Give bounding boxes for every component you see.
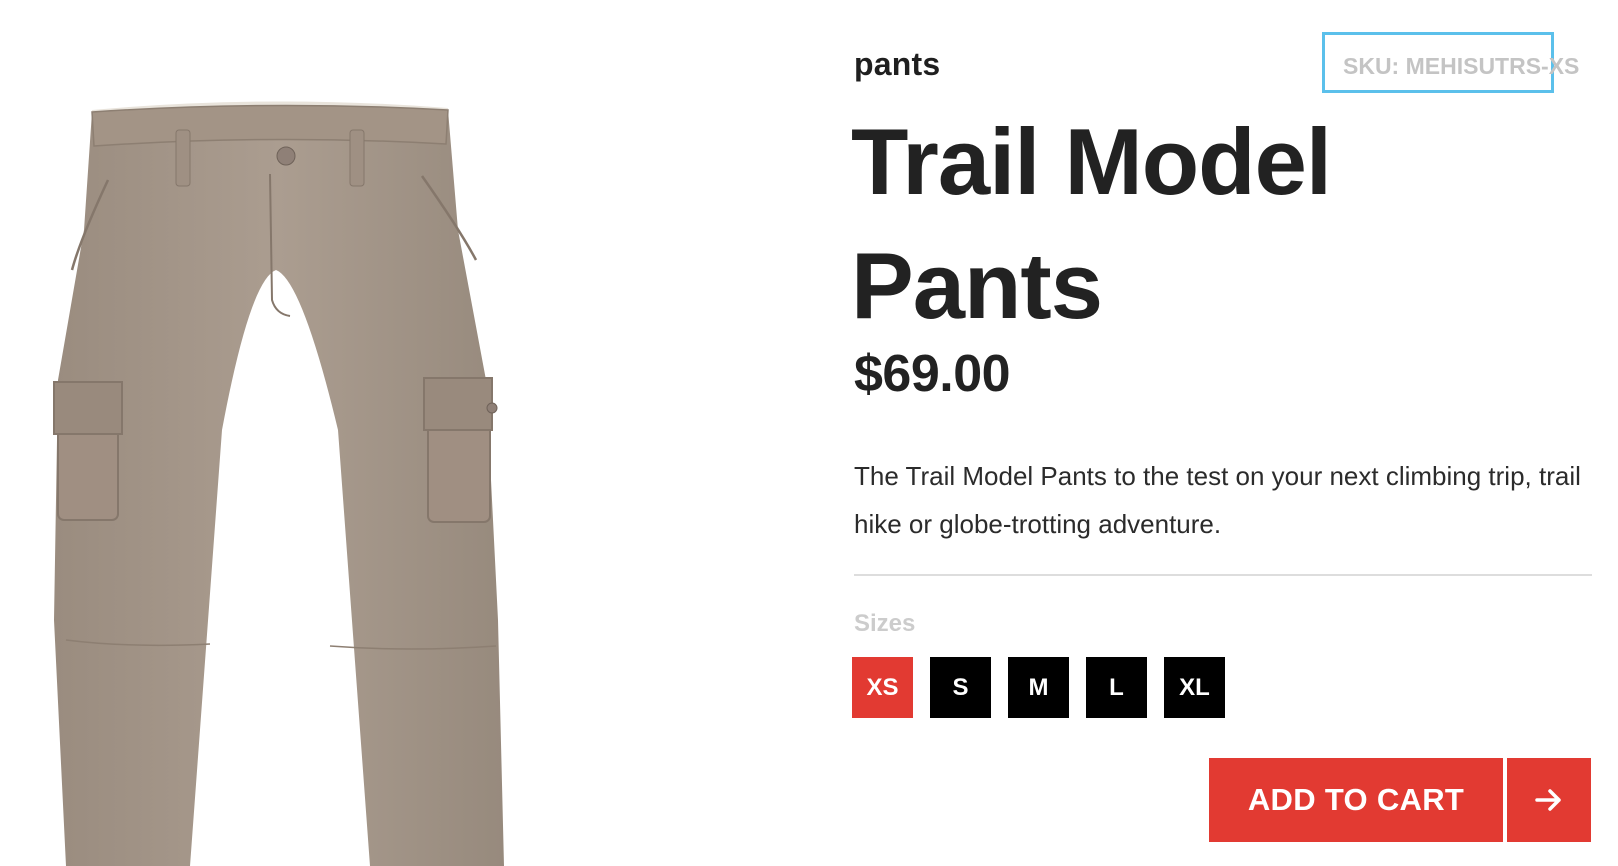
sizes-label: Sizes	[854, 610, 916, 637]
add-to-cart-button[interactable]: ADD TO CART	[1209, 758, 1503, 842]
product-image	[40, 100, 540, 866]
size-option-s[interactable]: S	[930, 657, 991, 718]
pants-image	[53, 101, 504, 866]
add-to-cart-group: ADD TO CART	[1209, 758, 1591, 842]
size-option-m[interactable]: M	[1008, 657, 1069, 718]
product-price: $69.00	[854, 345, 1011, 403]
product-details: pants SKU: MEHISUTRS-XS Trail Model Pant…	[851, 0, 1592, 866]
product-description: The Trail Model Pants to the test on you…	[854, 461, 1581, 539]
product-category[interactable]: pants	[854, 46, 940, 83]
size-selector: XS S M L XL	[852, 657, 1225, 718]
size-option-xs[interactable]: XS	[852, 657, 913, 718]
product-page: pants SKU: MEHISUTRS-XS Trail Model Pant…	[0, 0, 1618, 866]
size-option-l[interactable]: L	[1086, 657, 1147, 718]
add-to-cart-arrow-button[interactable]	[1507, 758, 1591, 842]
divider	[854, 574, 1592, 576]
arrow-right-icon	[1535, 789, 1561, 811]
sku-highlight: SKU: MEHISUTRS-XS	[1322, 32, 1579, 93]
sku-label: SKU: MEHISUTRS-XS	[1343, 53, 1580, 79]
size-option-xl[interactable]: XL	[1164, 657, 1225, 718]
product-title: Trail Model Pants	[851, 109, 1332, 338]
